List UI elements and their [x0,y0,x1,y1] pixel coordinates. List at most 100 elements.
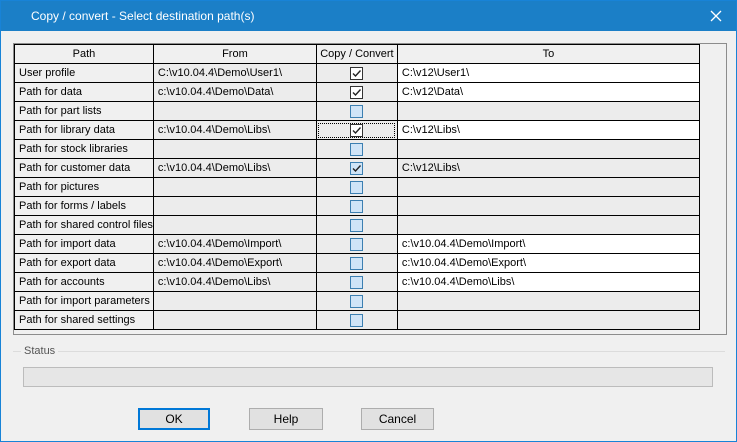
table-header-row: Path From Copy / Convert To [14,44,700,64]
checkmark-icon [352,69,362,77]
cancel-button[interactable]: Cancel [361,408,434,430]
to-cell[interactable]: C:\v12\Data\ [396,82,700,102]
to-cell[interactable] [396,310,700,330]
to-cell[interactable] [396,291,700,311]
from-cell[interactable]: c:\v10.04.4\Demo\Libs\ [152,272,317,292]
copy-convert-cell[interactable] [315,101,398,121]
to-cell[interactable] [396,101,700,121]
header-path: Path [14,44,154,64]
copy-convert-cell[interactable] [315,139,398,159]
checkmark-icon [352,126,362,134]
copy-convert-cell[interactable] [315,196,398,216]
copy-convert-cell[interactable] [315,253,398,273]
from-cell[interactable] [152,215,317,235]
close-button[interactable] [696,1,736,31]
copy-convert-checkbox[interactable] [350,275,364,289]
dialog-window: Copy / convert - Select destination path… [0,0,737,442]
from-cell[interactable]: C:\v10.04.4\Demo\User1\ [152,63,317,83]
path-cell: Path for data [14,82,154,102]
copy-convert-cell[interactable] [315,291,398,311]
from-cell[interactable] [152,196,317,216]
path-cell: Path for shared settings [14,310,154,330]
ok-button[interactable]: OK [138,408,210,430]
paths-table: Path From Copy / Convert To User profile… [14,44,700,330]
copy-convert-checkbox[interactable] [350,199,364,213]
to-cell[interactable] [396,196,700,216]
checkmark-icon [352,164,362,172]
copy-convert-cell[interactable] [315,234,398,254]
table-row[interactable]: Path for shared control files [14,215,700,235]
from-cell[interactable] [152,177,317,197]
to-cell[interactable]: C:\v12\Libs\ [396,158,700,178]
header-from: From [152,44,317,64]
table-row[interactable]: User profile C:\v10.04.4\Demo\User1\ C:\v1… [14,63,700,83]
to-cell[interactable] [396,139,700,159]
table-row[interactable]: Path for forms / labels [14,196,700,216]
from-cell[interactable]: c:\v10.04.4\Demo\Libs\ [152,120,317,140]
path-cell: Path for part lists [14,101,154,121]
copy-convert-cell[interactable] [315,63,398,83]
path-cell: Path for shared control files [14,215,154,235]
copy-convert-cell[interactable] [315,82,398,102]
copy-convert-checkbox[interactable] [350,85,364,99]
copy-convert-checkbox[interactable] [350,294,364,308]
copy-convert-checkbox[interactable] [350,180,364,194]
to-cell[interactable] [396,215,700,235]
path-cell: Path for forms / labels [14,196,154,216]
from-cell[interactable]: c:\v10.04.4\Demo\Data\ [152,82,317,102]
title-bar: Copy / convert - Select destination path… [1,1,736,31]
copy-convert-cell[interactable] [315,310,398,330]
table-row[interactable]: Path for data c:\v10.04.4\Demo\Data\ C:\v1… [14,82,700,102]
copy-convert-checkbox[interactable] [350,218,364,232]
header-copy-convert: Copy / Convert [315,44,398,64]
table-row[interactable]: Path for import parameters [14,291,700,311]
to-cell[interactable] [396,177,700,197]
copy-convert-checkbox[interactable] [350,142,364,156]
from-cell[interactable] [152,101,317,121]
table-row[interactable]: Path for import data c:\v10.04.4\Demo\Imp… [14,234,700,254]
header-to: To [396,44,700,64]
path-cell: Path for import parameters [14,291,154,311]
copy-convert-checkbox[interactable] [350,123,364,137]
to-cell[interactable]: C:\v12\User1\ [396,63,700,83]
path-cell: Path for customer data [14,158,154,178]
table-row[interactable]: Path for pictures [14,177,700,197]
from-cell[interactable]: c:\v10.04.4\Demo\Import\ [152,234,317,254]
path-cell: Path for pictures [14,177,154,197]
copy-convert-checkbox[interactable] [350,237,364,251]
from-cell[interactable] [152,291,317,311]
window-title: Copy / convert - Select destination path… [31,9,255,23]
copy-convert-checkbox[interactable] [350,161,364,175]
from-cell[interactable]: c:\v10.04.4\Demo\Libs\ [152,158,317,178]
copy-convert-cell[interactable] [315,272,398,292]
copy-convert-checkbox[interactable] [350,313,364,327]
path-cell: Path for import data [14,234,154,254]
to-cell[interactable]: c:\v10.04.4\Demo\Import\ [396,234,700,254]
table-row[interactable]: Path for accounts c:\v10.04.4\Demo\Libs\ c… [14,272,700,292]
table-row[interactable]: Path for stock libraries [14,139,700,159]
copy-convert-cell[interactable] [315,177,398,197]
from-cell[interactable]: c:\v10.04.4\Demo\Export\ [152,253,317,273]
path-cell: Path for accounts [14,272,154,292]
from-cell[interactable] [152,139,317,159]
table-row[interactable]: Path for part lists [14,101,700,121]
copy-convert-cell[interactable] [315,215,398,235]
checkmark-icon [352,88,362,96]
table-row[interactable]: Path for export data c:\v10.04.4\Demo\Exp… [14,253,700,273]
help-button[interactable]: Help [249,408,323,430]
to-cell[interactable]: C:\v12\Libs\ [396,120,700,140]
table-row[interactable]: Path for customer data c:\v10.04.4\Demo\L… [14,158,700,178]
copy-convert-cell[interactable] [315,120,398,140]
path-cell: Path for export data [14,253,154,273]
from-cell[interactable] [152,310,317,330]
copy-convert-checkbox[interactable] [350,66,364,80]
copy-convert-checkbox[interactable] [350,256,364,270]
to-cell[interactable]: c:\v10.04.4\Demo\Libs\ [396,272,700,292]
copy-convert-cell[interactable] [315,158,398,178]
paths-grid: Path From Copy / Convert To User profile… [13,43,727,335]
to-cell[interactable]: c:\v10.04.4\Demo\Export\ [396,253,700,273]
path-cell: Path for library data [14,120,154,140]
table-row[interactable]: Path for library data c:\v10.04.4\Demo\Li… [14,120,700,140]
copy-convert-checkbox[interactable] [350,104,364,118]
table-row[interactable]: Path for shared settings [14,310,700,330]
